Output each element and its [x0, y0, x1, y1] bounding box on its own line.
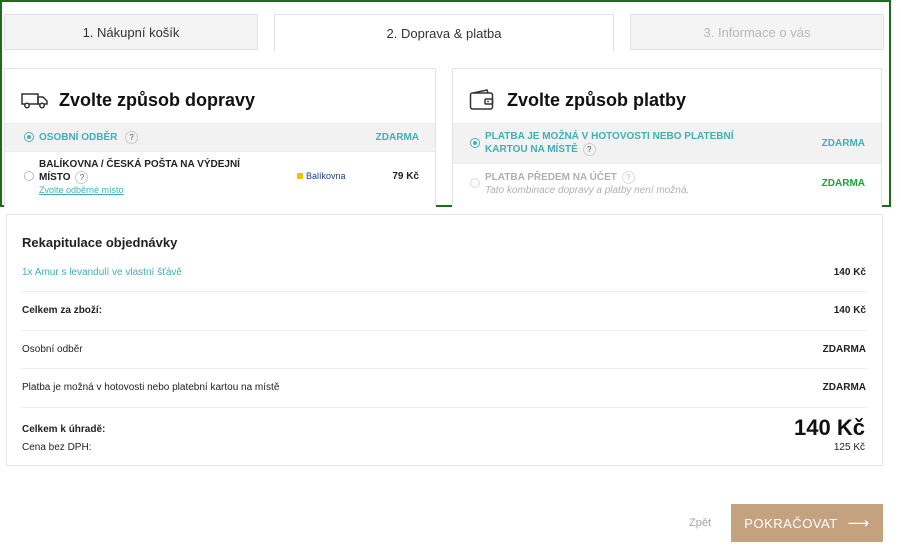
balikovna-logo: Balíkovna [297, 171, 346, 181]
tab-cart[interactable]: 1. Nákupní košík [4, 14, 258, 50]
summary-novat-label: Cena bez DPH: [22, 442, 92, 453]
summary-payment-value: ZDARMA [822, 382, 866, 393]
payment-title-text: Zvolte způsob platby [507, 89, 687, 110]
summary-item-label[interactable]: 1x Amur s levandulí ve vlastní šťávě [22, 267, 182, 278]
summary-payment-label: Platba je možná v hotovosti nebo platebn… [22, 382, 280, 393]
truck-icon [21, 89, 51, 111]
arrow-right-icon: ⟶ [847, 515, 870, 532]
shipping-option-pickup[interactable]: OSOBNÍ ODBĚR ? ZDARMA [5, 123, 435, 151]
order-summary: Rekapitulace objednávky 1x Amur s levand… [6, 214, 883, 466]
payment-prepay-label: PLATBA PŘEDEM NA ÚČET [485, 172, 617, 184]
payment-panel: Zvolte způsob platby PLATBA JE MOŽNÁ V H… [452, 68, 882, 207]
summary-shipping-label: Osobní odběr [22, 344, 83, 355]
summary-payment-row: Platba je možná v hotovosti nebo platebn… [22, 382, 866, 393]
checkout-steps: 1. Nákupní košík 2. Doprava & platba 3. … [2, 2, 887, 51]
tab-shipping-payment-label: 2. Doprava & platba [386, 25, 502, 41]
shipping-title: Zvolte způsob dopravy [21, 89, 255, 111]
divider [22, 407, 866, 408]
divider [22, 291, 866, 292]
shipping-option-balikovna[interactable]: BALÍKOVNA / ČESKÁ POŠTA NA VÝDEJNÍ MÍSTO… [5, 151, 435, 207]
balikovna-logo-text: Balíkovna [306, 171, 346, 181]
tab-info[interactable]: 3. Informace o vás [630, 14, 884, 50]
payment-prepay-note: Tato kombinace dopravy a platby není mož… [485, 185, 690, 197]
divider [22, 330, 866, 331]
payment-cash-label-line2: KARTOU NA MÍSTĚ [485, 144, 578, 156]
continue-button[interactable]: POKRAČOVAT ⟶ [731, 504, 883, 542]
balikovna-logo-mark [297, 173, 303, 179]
summary-total-value: 140 Kč [794, 415, 865, 440]
summary-novat-value: 125 Kč [833, 442, 865, 453]
back-link[interactable]: Zpět [689, 517, 711, 529]
payment-option-prepay: PLATBA PŘEDEM NA ÚČET? Tato kombinace do… [453, 163, 881, 207]
divider [22, 368, 866, 369]
summary-goods-value: 140 Kč [833, 305, 866, 316]
payment-prepay-radio [470, 178, 480, 188]
shipping-pickup-radio[interactable] [24, 132, 34, 142]
choose-pickup-point-link[interactable]: Zvolte odběrné místo [39, 185, 124, 195]
summary-goods-row: Celkem za zboží: 140 Kč [22, 305, 866, 316]
help-icon[interactable]: ? [582, 143, 596, 156]
payment-cash-label-line1: PLATBA JE MOŽNÁ V HOTOVOSTI NEBO PLATEBN… [485, 131, 734, 142]
shipping-title-text: Zvolte způsob dopravy [59, 89, 256, 110]
summary-goods-label: Celkem za zboží: [22, 305, 103, 316]
summary-shipping-value: ZDARMA [822, 344, 866, 355]
shipping-pickup-price: ZDARMA [375, 132, 419, 143]
summary-total-label: Celkem k úhradě: [22, 424, 106, 435]
tab-cart-label: 1. Nákupní košík [82, 24, 180, 40]
payment-title: Zvolte způsob platby [469, 89, 686, 111]
wallet-icon [469, 89, 499, 111]
summary-shipping-row: Osobní odběr ZDARMA [22, 344, 866, 355]
payment-cash-price: ZDARMA [821, 138, 865, 149]
tab-shipping-payment[interactable]: 2. Doprava & platba [274, 14, 614, 51]
shipping-pickup-label: OSOBNÍ ODBĚR [39, 132, 118, 144]
continue-button-label: POKRAČOVAT [744, 515, 838, 531]
summary-item-value: 140 Kč [833, 267, 866, 278]
summary-item-row: 1x Amur s levandulí ve vlastní šťávě 140… [22, 267, 866, 278]
payment-cash-radio[interactable] [470, 138, 480, 148]
shipping-balikovna-price: 79 Kč [392, 171, 419, 182]
tab-info-label: 3. Informace o vás [703, 24, 811, 40]
help-icon[interactable]: ? [621, 171, 635, 184]
shipping-balikovna-label-line1: BALÍKOVNA / ČESKÁ POŠTA NA VÝDEJNÍ [39, 159, 240, 170]
shipping-balikovna-label-line2: MÍSTO [39, 172, 71, 184]
payment-prepay-price: ZDARMA [821, 178, 865, 189]
summary-title: Rekapitulace objednávky [22, 235, 178, 250]
payment-option-cash[interactable]: PLATBA JE MOŽNÁ V HOTOVOSTI NEBO PLATEBN… [453, 123, 881, 163]
shipping-balikovna-radio[interactable] [24, 171, 34, 181]
help-icon[interactable]: ? [75, 171, 89, 184]
shipping-panel: Zvolte způsob dopravy OSOBNÍ ODBĚR ? ZDA… [4, 68, 436, 207]
help-icon[interactable]: ? [125, 131, 139, 144]
